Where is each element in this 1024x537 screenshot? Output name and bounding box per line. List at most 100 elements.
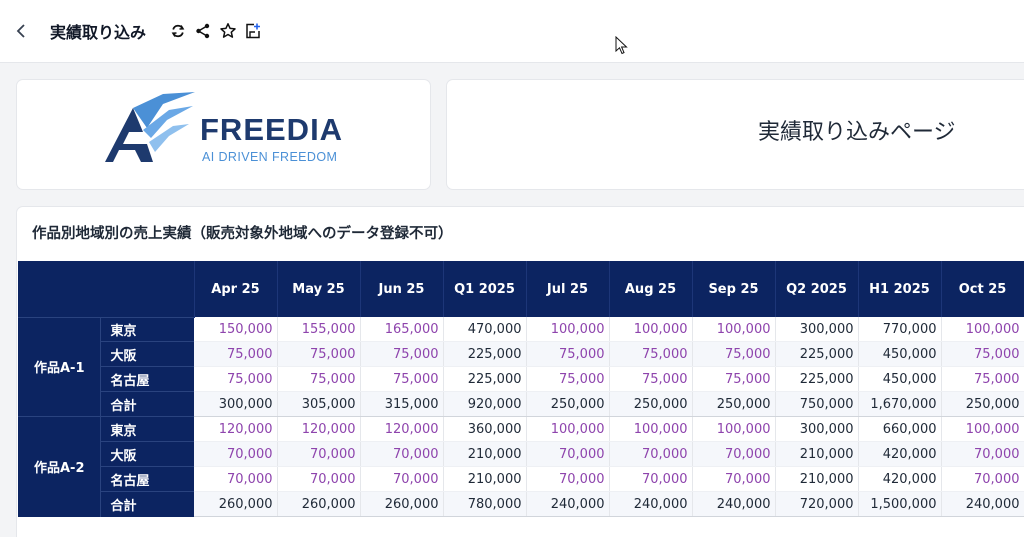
region-label: 大阪 <box>99 341 194 367</box>
value-cell: 450,000 <box>858 341 942 367</box>
editable-cell[interactable]: 75,000 <box>277 366 361 392</box>
editable-cell[interactable]: 100,000 <box>692 416 776 442</box>
table-row: 大阪 70,000 70,000 70,000 210,000 70,000 70,000 7… <box>18 441 1024 467</box>
heading-card: 実績取り込みページ <box>447 80 1024 189</box>
editable-cell[interactable]: 70,000 <box>360 441 444 467</box>
column-header: Apr 25 <box>194 261 278 317</box>
add-to-board-button[interactable] <box>244 22 262 40</box>
editable-cell[interactable]: 100,000 <box>609 416 693 442</box>
value-cell: 360,000 <box>443 416 527 442</box>
refresh-icon <box>171 24 185 38</box>
table-row: 名古屋 70,000 70,000 70,000 210,000 70,000 70,000… <box>18 466 1024 492</box>
editable-cell[interactable]: 70,000 <box>941 466 1024 492</box>
value-cell: 250,000 <box>609 391 693 417</box>
total-label: 合計 <box>99 391 194 417</box>
region-label: 東京 <box>99 416 194 442</box>
editable-cell[interactable]: 70,000 <box>277 466 361 492</box>
editable-cell[interactable]: 100,000 <box>941 416 1024 442</box>
editable-cell[interactable]: 75,000 <box>526 341 610 367</box>
editable-cell[interactable]: 75,000 <box>526 366 610 392</box>
editable-cell[interactable]: 75,000 <box>194 341 278 367</box>
column-header: Jul 25 <box>526 261 610 317</box>
editable-cell[interactable]: 70,000 <box>194 441 278 467</box>
table-row: 大阪 75,000 75,000 75,000 225,000 75,000 75,000 7… <box>18 341 1024 367</box>
logo-card: FREEDIA AI DRIVEN FREEDOM <box>17 80 430 189</box>
editable-cell[interactable]: 75,000 <box>194 366 278 392</box>
header-corner <box>18 261 195 317</box>
value-cell: 750,000 <box>775 391 859 417</box>
value-cell: 225,000 <box>443 341 527 367</box>
editable-cell[interactable]: 100,000 <box>526 416 610 442</box>
value-cell: 210,000 <box>443 466 527 492</box>
editable-cell[interactable]: 70,000 <box>277 441 361 467</box>
refresh-button[interactable] <box>169 22 187 40</box>
editable-cell[interactable]: 100,000 <box>609 317 693 342</box>
value-cell: 420,000 <box>858 441 942 467</box>
editable-cell[interactable]: 100,000 <box>526 317 610 342</box>
value-cell: 260,000 <box>277 491 361 517</box>
editable-cell[interactable]: 155,000 <box>277 317 361 342</box>
value-cell: 300,000 <box>775 317 859 342</box>
editable-cell[interactable]: 70,000 <box>609 466 693 492</box>
mouse-cursor-icon <box>615 36 628 55</box>
editable-cell[interactable]: 70,000 <box>692 466 776 492</box>
value-cell: 1,670,000 <box>858 391 942 417</box>
value-cell: 420,000 <box>858 466 942 492</box>
total-row: 合計 260,000 260,000 260,000 780,000 240,000 240… <box>18 491 1024 517</box>
value-cell: 315,000 <box>360 391 444 417</box>
value-cell: 920,000 <box>443 391 527 417</box>
editable-cell[interactable]: 70,000 <box>692 441 776 467</box>
page-title: 実績取り込み <box>50 23 147 42</box>
column-header: Jun 25 <box>360 261 444 317</box>
editable-cell[interactable]: 75,000 <box>609 341 693 367</box>
editable-cell[interactable]: 120,000 <box>277 416 361 442</box>
value-cell: 470,000 <box>443 317 527 342</box>
page-header: 実績取り込み <box>0 0 1024 63</box>
editable-cell[interactable]: 120,000 <box>360 416 444 442</box>
region-label: 大阪 <box>99 441 194 467</box>
value-cell: 660,000 <box>858 416 942 442</box>
value-cell: 225,000 <box>775 366 859 392</box>
editable-cell[interactable]: 70,000 <box>526 441 610 467</box>
region-label: 東京 <box>99 316 194 342</box>
editable-cell[interactable]: 100,000 <box>692 317 776 342</box>
freedia-logo-icon <box>105 92 195 162</box>
editable-cell[interactable]: 70,000 <box>526 466 610 492</box>
editable-cell[interactable]: 75,000 <box>277 341 361 367</box>
table-row: 作品A-1 東京 150,000 155,000 165,000 470,000 100,0… <box>18 316 1024 417</box>
value-cell: 300,000 <box>194 391 278 417</box>
value-cell: 260,000 <box>194 491 278 517</box>
editable-cell[interactable]: 75,000 <box>609 366 693 392</box>
column-header: Sep 25 <box>692 261 776 317</box>
editable-cell[interactable]: 75,000 <box>941 341 1024 367</box>
share-button[interactable] <box>194 22 212 40</box>
chevron-left-icon <box>16 24 25 38</box>
editable-cell[interactable]: 70,000 <box>360 466 444 492</box>
column-header: May 25 <box>277 261 361 317</box>
value-cell: 1,500,000 <box>858 491 942 517</box>
value-cell: 225,000 <box>775 341 859 367</box>
section-title: 作品別地域別の売上実績（販売対象外地域へのデータ登録不可） <box>32 226 453 242</box>
editable-cell[interactable]: 70,000 <box>194 466 278 492</box>
editable-cell[interactable]: 150,000 <box>194 317 278 342</box>
editable-cell[interactable]: 70,000 <box>609 441 693 467</box>
add-to-board-icon <box>246 23 260 39</box>
editable-cell[interactable]: 75,000 <box>692 341 776 367</box>
editable-cell[interactable]: 100,000 <box>941 317 1024 342</box>
editable-cell[interactable]: 75,000 <box>360 341 444 367</box>
editable-cell[interactable]: 75,000 <box>360 366 444 392</box>
value-cell: 300,000 <box>775 416 859 442</box>
back-button[interactable] <box>12 20 32 42</box>
favorite-button[interactable] <box>219 22 237 40</box>
column-header: Aug 25 <box>609 261 693 317</box>
editable-cell[interactable]: 165,000 <box>360 317 444 342</box>
editable-cell[interactable]: 70,000 <box>941 441 1024 467</box>
value-cell: 240,000 <box>526 491 610 517</box>
editable-cell[interactable]: 120,000 <box>194 416 278 442</box>
editable-cell[interactable]: 75,000 <box>692 366 776 392</box>
value-cell: 240,000 <box>609 491 693 517</box>
editable-cell[interactable]: 75,000 <box>941 366 1024 392</box>
column-header: H1 2025 <box>858 261 942 317</box>
product-label: 作品A-2 <box>18 416 100 517</box>
value-cell: 225,000 <box>443 366 527 392</box>
